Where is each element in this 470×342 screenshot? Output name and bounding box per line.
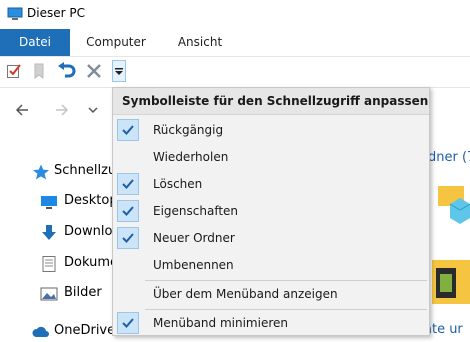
tab-computer[interactable]: Computer (76, 29, 156, 56)
menu-item-properties[interactable]: Eigenschaften (113, 198, 429, 225)
menu-item-label: Eigenschaften (153, 204, 239, 218)
document-icon (42, 256, 56, 272)
star-icon (33, 164, 49, 180)
group-header: dner (7 (428, 150, 470, 165)
tree-item-label: Bilder (64, 285, 102, 300)
menu-item-label: Löschen (153, 177, 203, 191)
recent-locations-chevron-icon[interactable] (88, 102, 98, 118)
this-pc-icon (7, 7, 23, 20)
menu-item-delete[interactable]: Löschen (113, 171, 429, 198)
folder-3d-objects-icon[interactable] (438, 180, 470, 232)
checkmark-icon (122, 206, 134, 216)
menu-item-redo[interactable]: Wiederholen (113, 144, 429, 171)
delete-icon[interactable] (86, 63, 102, 79)
back-arrow-icon[interactable] (14, 102, 30, 118)
checkmark-icon (122, 233, 134, 243)
menu-item-rename[interactable]: Umbenennen (113, 252, 429, 279)
checkmark-icon (122, 318, 134, 328)
menu-item-label: Rückgängig (153, 123, 224, 137)
menu-item-label: Neuer Ordner (153, 231, 235, 245)
menu-item-label: Wiederholen (153, 150, 229, 164)
navigation-pane: Schnellzugriff Desktop Downloads Dokumen… (0, 150, 142, 338)
undo-icon[interactable] (57, 62, 77, 80)
menu-item-label: Menüband minimieren (153, 316, 288, 330)
menu-item-label: Über dem Menüband anzeigen (153, 287, 338, 301)
menu-item-undo[interactable]: Rückgängig (113, 117, 429, 144)
tree-item-label: Desktop (64, 193, 118, 208)
pictures-icon (40, 287, 58, 301)
checkmark-icon (122, 179, 134, 189)
quick-access-toolbar (0, 57, 470, 88)
new-folder-icon[interactable] (32, 63, 48, 79)
properties-icon[interactable] (6, 63, 22, 79)
forward-arrow-icon[interactable] (54, 102, 70, 118)
checkmark-box (117, 227, 139, 249)
folder-videos-icon[interactable] (432, 260, 470, 304)
menu-item-minimize-ribbon[interactable]: Menüband minimieren (113, 310, 429, 337)
tab-ansicht[interactable]: Ansicht (168, 29, 232, 56)
checkmark-box (117, 312, 139, 334)
desktop-icon (41, 196, 57, 209)
checkmark-box (117, 119, 139, 141)
checkmark-box (117, 200, 139, 222)
checkmark-icon (122, 125, 134, 135)
checkmark-box (117, 173, 139, 195)
menu-item-show-above-ribbon[interactable]: Über dem Menüband anzeigen (113, 281, 429, 308)
customize-qat-menu: Symbolleiste für den Schnellzugriff anpa… (112, 87, 430, 336)
menu-header: Symbolleiste für den Schnellzugriff anpa… (113, 88, 429, 115)
tab-datei[interactable]: Datei (0, 29, 70, 56)
menu-item-label: Umbenennen (153, 258, 234, 272)
dropdown-arrow-icon (115, 68, 123, 75)
download-icon (42, 225, 56, 240)
ribbon-tabs: Datei Computer Ansicht (0, 29, 470, 57)
title-bar: Dieser PC (0, 0, 470, 29)
cloud-icon (32, 326, 49, 337)
customize-qat-button[interactable] (112, 60, 126, 82)
menu-title: Symbolleiste für den Schnellzugriff anpa… (122, 94, 429, 108)
menu-item-new-folder[interactable]: Neuer Ordner (113, 225, 429, 252)
window-title: Dieser PC (27, 6, 85, 20)
